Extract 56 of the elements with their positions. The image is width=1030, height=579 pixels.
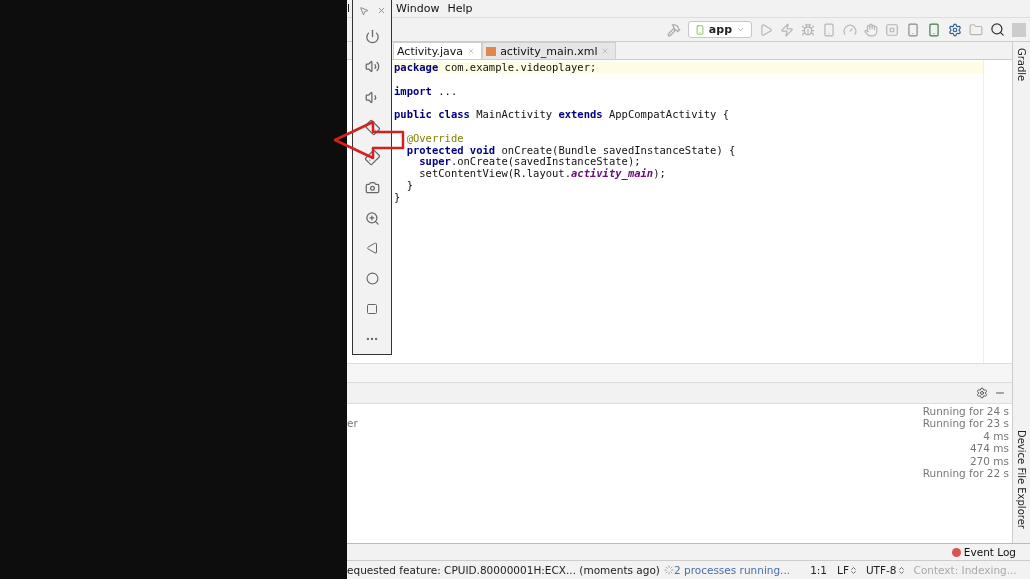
menu-item[interactable]: l [347, 2, 351, 15]
updown-icon [848, 565, 858, 575]
sdk-icon[interactable] [948, 22, 962, 37]
play-icon[interactable] [759, 22, 773, 37]
process-duration: Running for 24 s [922, 405, 1009, 418]
process-duration: 474 ms [969, 442, 1009, 455]
caret-position[interactable]: 1:1 [810, 564, 828, 576]
process-name: er [347, 417, 358, 430]
hammer-icon[interactable] [666, 22, 681, 37]
editor-tab[interactable]: activity_main.xml [482, 42, 617, 59]
code-line: protected void onCreate(Bundle savedInstanceState) { [405, 144, 737, 157]
updown-icon [896, 565, 906, 575]
lightning-icon[interactable] [780, 22, 794, 37]
bug-icon[interactable] [801, 22, 815, 37]
code-line: } [394, 191, 402, 204]
settings-icon[interactable] [976, 387, 988, 399]
code-line: import ... [394, 83, 459, 98]
status-message: equested feature: CPUID.80000001H:ECX... (moments ago) [347, 564, 660, 576]
stop-icon[interactable] [885, 22, 899, 37]
context-status: Context: Indexing... [913, 564, 1017, 576]
code-line: setContentView(R.layout.activity_main); [418, 168, 667, 180]
caret-icon [736, 25, 745, 34]
run-configuration-dropdown[interactable]: app [687, 21, 752, 38]
gauge-icon[interactable] [843, 22, 857, 37]
process-duration: 270 ms [969, 454, 1009, 468]
android-icon [694, 24, 705, 35]
code-line: @Override [405, 130, 465, 145]
xml-file-icon [486, 46, 497, 56]
device-manager-icon[interactable] [927, 22, 941, 37]
process-duration: Running for 22 s [922, 467, 1009, 480]
code-line: } [405, 179, 414, 192]
toolbar-square [1012, 22, 1026, 37]
menu-item[interactable]: Help [447, 2, 473, 15]
arrow-outline [333, 118, 405, 162]
process-duration: Running for 23 s [922, 417, 1009, 430]
tool-window-tab[interactable]: Device File Explorer [1016, 430, 1027, 529]
code-line: super.onCreate(savedInstanceState); [419, 156, 641, 168]
device-sync-icon[interactable] [906, 22, 920, 37]
search-icon[interactable] [990, 22, 1005, 37]
process-duration: 4 ms [983, 429, 1009, 443]
menu-item[interactable]: Window [396, 2, 440, 15]
error-badge-icon [951, 547, 961, 557]
code-line: public class MainActivity extends AppCompatActivity { [394, 107, 731, 121]
close-icon[interactable] [467, 47, 476, 55]
file-encoding[interactable]: UTF-8 [865, 564, 897, 576]
progress-link[interactable]: 2 processes running... [673, 564, 791, 576]
spinner-icon [663, 565, 674, 575]
device-icon[interactable] [822, 22, 836, 37]
pointer-icon[interactable] [358, 5, 369, 16]
close-icon[interactable] [376, 6, 386, 16]
folder-icon[interactable] [969, 22, 983, 37]
event-log-button[interactable]: Event Log [951, 546, 1016, 558]
line-separator[interactable]: LF [837, 564, 849, 576]
tool-window-tab[interactable]: Gradle [1016, 48, 1027, 82]
hand-icon[interactable] [864, 22, 878, 37]
editor-tab[interactable]: Activity.java [393, 42, 483, 59]
